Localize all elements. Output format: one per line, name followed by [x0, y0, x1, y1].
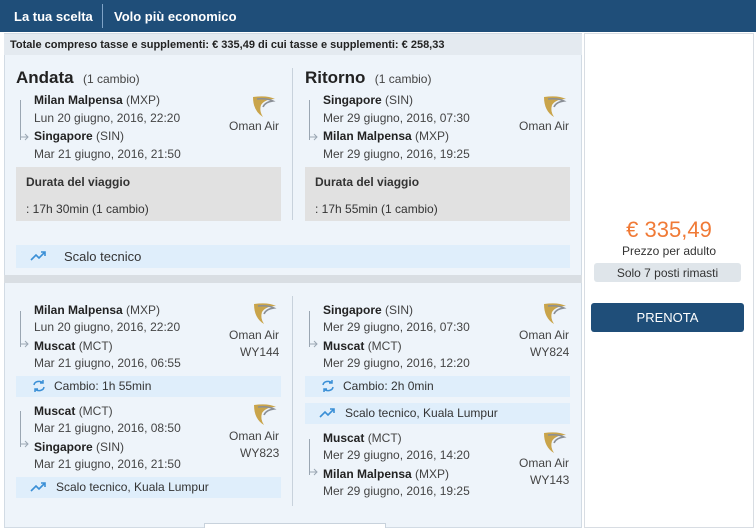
departure-datetime: Lun 20 giugno, 2016, 22:20 — [34, 320, 181, 334]
airline-name: Oman Air — [229, 119, 280, 133]
tab-your-choice[interactable]: La tua scelta — [14, 9, 93, 24]
departure-city: Singapore (SIN) — [323, 93, 414, 107]
arrow-right-icon — [20, 440, 29, 448]
arrow-right-icon — [309, 133, 318, 141]
airline-name: Oman Air — [229, 328, 280, 342]
tech-stop-banner: Scalo tecnico, Kuala Lumpur — [305, 403, 570, 424]
departure-city: Muscat (MCT) — [323, 431, 402, 445]
connection-label: Cambio: 1h 55min — [54, 379, 152, 393]
arrival-datetime: Mar 21 giugno, 2016, 21:50 — [34, 457, 181, 471]
section-divider — [4, 275, 582, 283]
outbound-summary-heading: Andata (1 cambio) — [16, 68, 140, 88]
oman-air-logo-icon — [544, 303, 567, 324]
arrow-right-icon — [309, 468, 318, 476]
column-divider — [292, 296, 293, 506]
trip-duration-box: Durata del viaggio : 17h 55min (1 cambio… — [305, 167, 570, 221]
connection-label: Cambio: 2h 0min — [343, 379, 434, 393]
return-stops: (1 cambio) — [374, 72, 432, 86]
arrival-datetime: Mer 29 giugno, 2016, 19:25 — [323, 484, 470, 498]
connection-banner: Cambio: 2h 0min — [305, 376, 570, 397]
seats-left-badge: Solo 7 posti rimasti — [594, 263, 741, 282]
departure-datetime: Mer 29 giugno, 2016, 14:20 — [323, 448, 470, 462]
flight-number: WY823 — [240, 446, 280, 460]
arrival-city: Milan Malpensa (MXP) — [323, 129, 450, 143]
departure-city: Milan Malpensa (MXP) — [34, 93, 161, 107]
airline-name: Oman Air — [229, 429, 280, 443]
flight-number: WY824 — [530, 345, 570, 359]
tech-stop-banner: Scalo tecnico, Kuala Lumpur — [16, 477, 281, 498]
tech-stop-label: Scalo tecnico, Kuala Lumpur — [56, 480, 209, 494]
airline-name: Oman Air — [519, 456, 570, 470]
price-per-adult-label: Prezzo per adulto — [621, 244, 717, 258]
arrival-city: Muscat (MCT) — [34, 339, 113, 353]
arrival-city: Singapore (SIN) — [34, 129, 125, 143]
departure-datetime: Mer 29 giugno, 2016, 07:30 — [323, 320, 470, 334]
arrival-city: Muscat (MCT) — [323, 339, 402, 353]
top-bar: La tua scelta Volo più economico — [0, 0, 756, 32]
change-icon — [322, 380, 334, 392]
outbound-title: Andata — [16, 68, 74, 87]
arrival-datetime: Mar 21 giugno, 2016, 06:55 — [34, 356, 181, 370]
airline-name: Oman Air — [519, 328, 570, 342]
duration-label: Durata del viaggio — [315, 175, 420, 189]
tab-cheapest-flight[interactable]: Volo più economico — [114, 9, 237, 24]
tech-stop-label: Scalo tecnico — [64, 249, 142, 264]
arrival-datetime: Mer 29 giugno, 2016, 12:20 — [323, 356, 470, 370]
oman-air-logo-icon — [254, 404, 277, 425]
airline-name: Oman Air — [519, 119, 570, 133]
departure-datetime: Mar 21 giugno, 2016, 08:50 — [34, 421, 181, 435]
bottom-tab[interactable] — [204, 523, 386, 528]
arrow-right-icon — [20, 340, 29, 348]
outbound-stops: (1 cambio) — [82, 72, 140, 86]
total-price-bar: Totale compreso tasse e supplementi: € 3… — [4, 34, 582, 55]
column-divider — [292, 68, 293, 220]
tech-stop-icon — [30, 482, 46, 492]
trip-duration-box: Durata del viaggio : 17h 30min (1 cambio… — [16, 167, 281, 221]
duration-label: Durata del viaggio — [26, 175, 131, 189]
arrival-city: Milan Malpensa (MXP) — [323, 467, 450, 481]
arrival-datetime: Mer 29 giugno, 2016, 19:25 — [323, 147, 470, 161]
duration-value: : 17h 30min (1 cambio) — [26, 202, 149, 216]
oman-air-logo-icon — [544, 432, 567, 453]
oman-air-logo-icon — [544, 96, 567, 117]
departure-city: Muscat (MCT) — [34, 404, 113, 418]
tab-divider — [102, 4, 103, 28]
flight-number: WY144 — [240, 345, 280, 359]
departure-datetime: Lun 20 giugno, 2016, 22:20 — [34, 111, 181, 125]
tech-stop-banner: Scalo tecnico — [16, 245, 570, 268]
arrow-right-icon — [20, 133, 29, 141]
return-summary-heading: Ritorno (1 cambio) — [305, 68, 431, 88]
arrow-right-icon — [309, 340, 318, 348]
arrival-datetime: Mar 21 giugno, 2016, 21:50 — [34, 147, 181, 161]
oman-air-logo-icon — [254, 303, 277, 324]
oman-air-logo-icon — [253, 96, 276, 117]
change-icon — [33, 380, 45, 392]
departure-city: Singapore (SIN) — [323, 303, 414, 317]
tech-stop-icon — [30, 251, 46, 261]
tech-stop-icon — [319, 408, 335, 418]
duration-value: : 17h 55min (1 cambio) — [315, 202, 438, 216]
tech-stop-label: Scalo tecnico, Kuala Lumpur — [345, 406, 498, 420]
flight-number: WY143 — [530, 473, 570, 487]
arrival-city: Singapore (SIN) — [34, 440, 125, 454]
departure-city: Milan Malpensa (MXP) — [34, 303, 161, 317]
price-amount: € 335,49 — [626, 217, 712, 242]
connection-banner: Cambio: 1h 55min — [16, 376, 281, 397]
return-title: Ritorno — [305, 68, 366, 87]
book-button[interactable]: PRENOTA — [591, 303, 744, 332]
departure-datetime: Mer 29 giugno, 2016, 07:30 — [323, 111, 470, 125]
